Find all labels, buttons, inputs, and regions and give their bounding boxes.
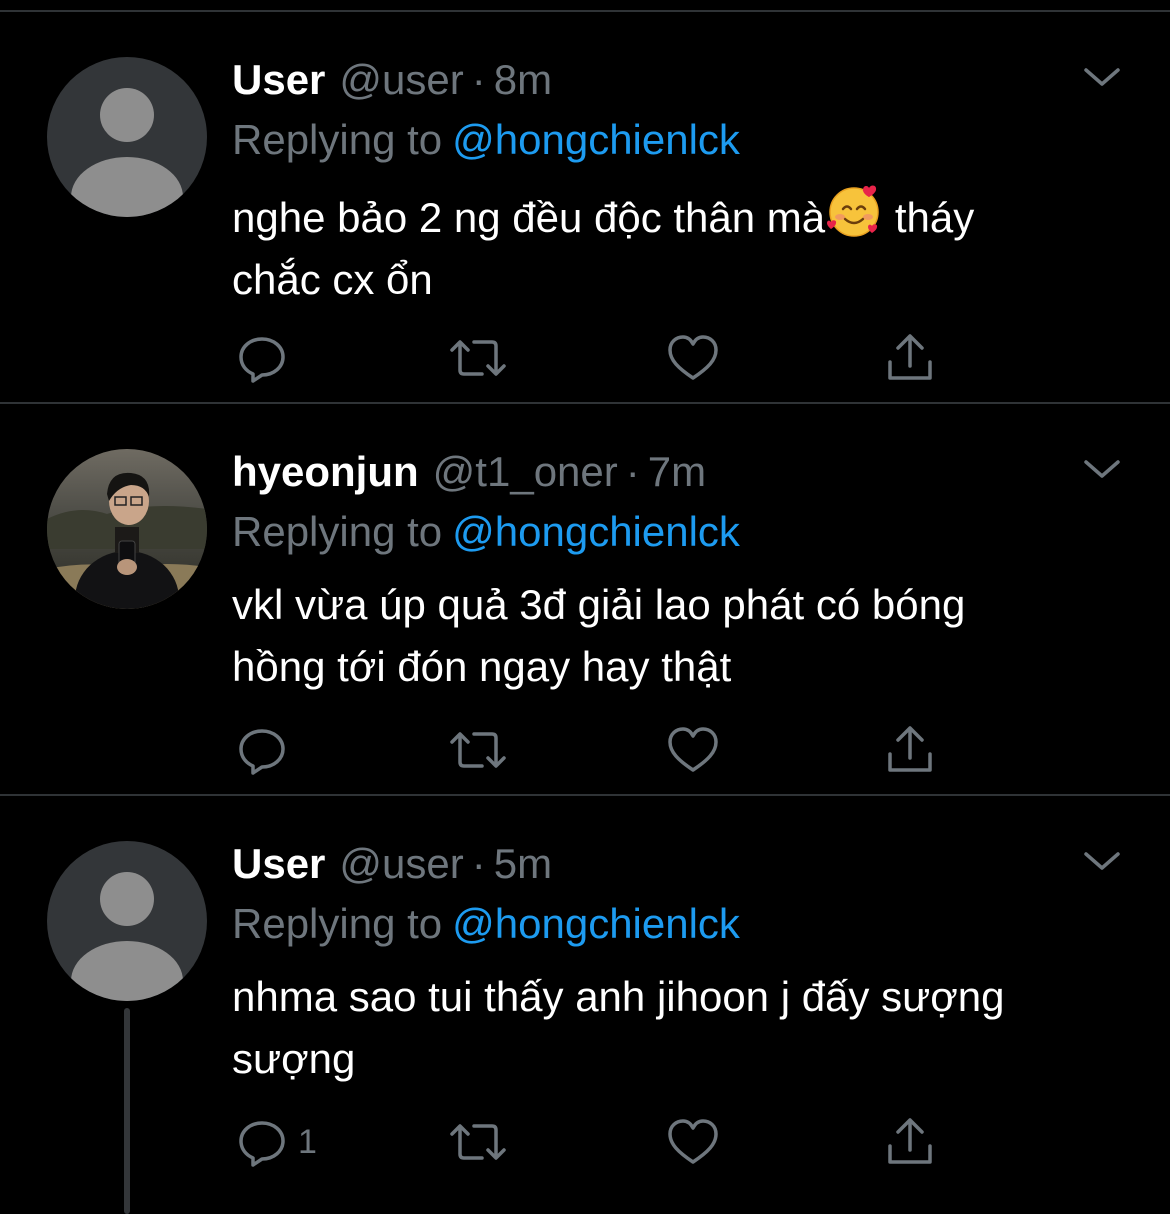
user-handle[interactable]: @user — [339, 840, 463, 887]
retweet-button[interactable] — [448, 1114, 508, 1170]
default-avatar-icon — [47, 57, 207, 217]
replying-to: Replying to @hongchienlck — [232, 898, 740, 950]
reply-icon — [239, 729, 285, 775]
mention-link[interactable]: @hongchienlck — [452, 508, 740, 555]
reply-button[interactable] — [236, 722, 298, 778]
reply-button[interactable]: 1 — [236, 1114, 317, 1170]
photo-avatar-icon — [47, 449, 207, 609]
heart-icon — [668, 1119, 718, 1164]
heart-icon — [668, 335, 718, 380]
replying-to-label: Replying to — [232, 508, 443, 555]
tweet-text-line: nhma sao tui thấy anh jihoon j đấy sượng — [232, 973, 1005, 1020]
tweet-text: nghe bảo 2 ng đều độc thân mà tháy chắc … — [232, 182, 1112, 311]
replying-to-label: Replying to — [232, 116, 443, 163]
tweet-text-line: vkl vừa úp quả 3đ giải lao phát có bóng — [232, 581, 966, 628]
reply-button[interactable] — [236, 330, 298, 386]
tweet-text-line: hồng tới đón ngay hay thật — [232, 643, 732, 690]
default-avatar-icon — [47, 841, 207, 1001]
display-name[interactable]: hyeonjun — [232, 448, 419, 495]
retweet-icon — [450, 1124, 506, 1160]
avatar-photo[interactable] — [47, 449, 207, 609]
replying-to-label: Replying to — [232, 900, 443, 947]
like-button[interactable] — [666, 330, 720, 386]
replying-to: Replying to @hongchienlck — [232, 114, 740, 166]
display-name[interactable]: User — [232, 56, 325, 103]
timestamp[interactable]: 8m — [494, 56, 552, 103]
user-handle[interactable]: @t1_oner — [433, 448, 618, 495]
tweet-text: nhma sao tui thấy anh jihoon j đấy sượng… — [232, 966, 1112, 1090]
tweet-actions: 1 — [232, 1114, 952, 1170]
share-icon — [888, 726, 932, 772]
smiling-face-with-hearts-icon — [825, 182, 883, 240]
share-button[interactable] — [884, 1114, 936, 1170]
share-icon — [888, 1118, 932, 1164]
separator-dot: · — [471, 56, 486, 103]
thread-connector-line — [124, 1008, 130, 1214]
like-button[interactable] — [666, 1114, 720, 1170]
tweet[interactable]: User @user · 8m Replying to @hongchienlck ng… — [0, 12, 1170, 404]
replying-to: Replying to @hongchienlck — [232, 506, 740, 558]
tweet-header: hyeonjun @t1_oner · 7m — [232, 446, 706, 498]
tweet[interactable]: hyeonjun @t1_oner · 7m Replying to @hongchie… — [0, 404, 1170, 796]
more-options-chevron-icon[interactable] — [1082, 846, 1122, 876]
share-button[interactable] — [884, 330, 936, 386]
share-icon — [888, 334, 932, 380]
retweet-button[interactable] — [448, 722, 508, 778]
retweet-icon — [450, 732, 506, 768]
tweet-text-line: sượng — [232, 1035, 356, 1082]
tweet-text: vkl vừa úp quả 3đ giải lao phát có bóng … — [232, 574, 1112, 698]
reply-icon — [239, 337, 285, 383]
reply-icon — [239, 1121, 285, 1167]
mention-link[interactable]: @hongchienlck — [452, 900, 740, 947]
avatar-default[interactable] — [47, 841, 207, 1001]
retweet-icon — [450, 340, 506, 376]
timestamp[interactable]: 5m — [494, 840, 552, 887]
reply-count: 1 — [298, 1123, 317, 1161]
separator-dot: · — [471, 840, 486, 887]
like-button[interactable] — [666, 722, 720, 778]
tweet-text-segment: tháy — [883, 194, 975, 241]
tweet-text-line: chắc cx ổn — [232, 256, 433, 303]
more-options-chevron-icon[interactable] — [1082, 454, 1122, 484]
timestamp[interactable]: 7m — [648, 448, 706, 495]
more-options-chevron-icon[interactable] — [1082, 62, 1122, 92]
avatar-default[interactable] — [47, 57, 207, 217]
tweet-header: User @user · 8m — [232, 54, 552, 106]
display-name[interactable]: User — [232, 840, 325, 887]
share-button[interactable] — [884, 722, 936, 778]
tweet-header: User @user · 5m — [232, 838, 552, 890]
retweet-button[interactable] — [448, 330, 508, 386]
tweet-text-segment: nghe bảo 2 ng đều độc thân mà — [232, 194, 826, 241]
tweet[interactable]: User @user · 5m Replying to @hongchienlck nh… — [0, 796, 1170, 1214]
heart-icon — [668, 727, 718, 772]
tweet-actions — [232, 330, 952, 386]
tweet-actions — [232, 722, 952, 778]
user-handle[interactable]: @user — [339, 56, 463, 103]
mention-link[interactable]: @hongchienlck — [452, 116, 740, 163]
separator-dot: · — [625, 448, 640, 495]
